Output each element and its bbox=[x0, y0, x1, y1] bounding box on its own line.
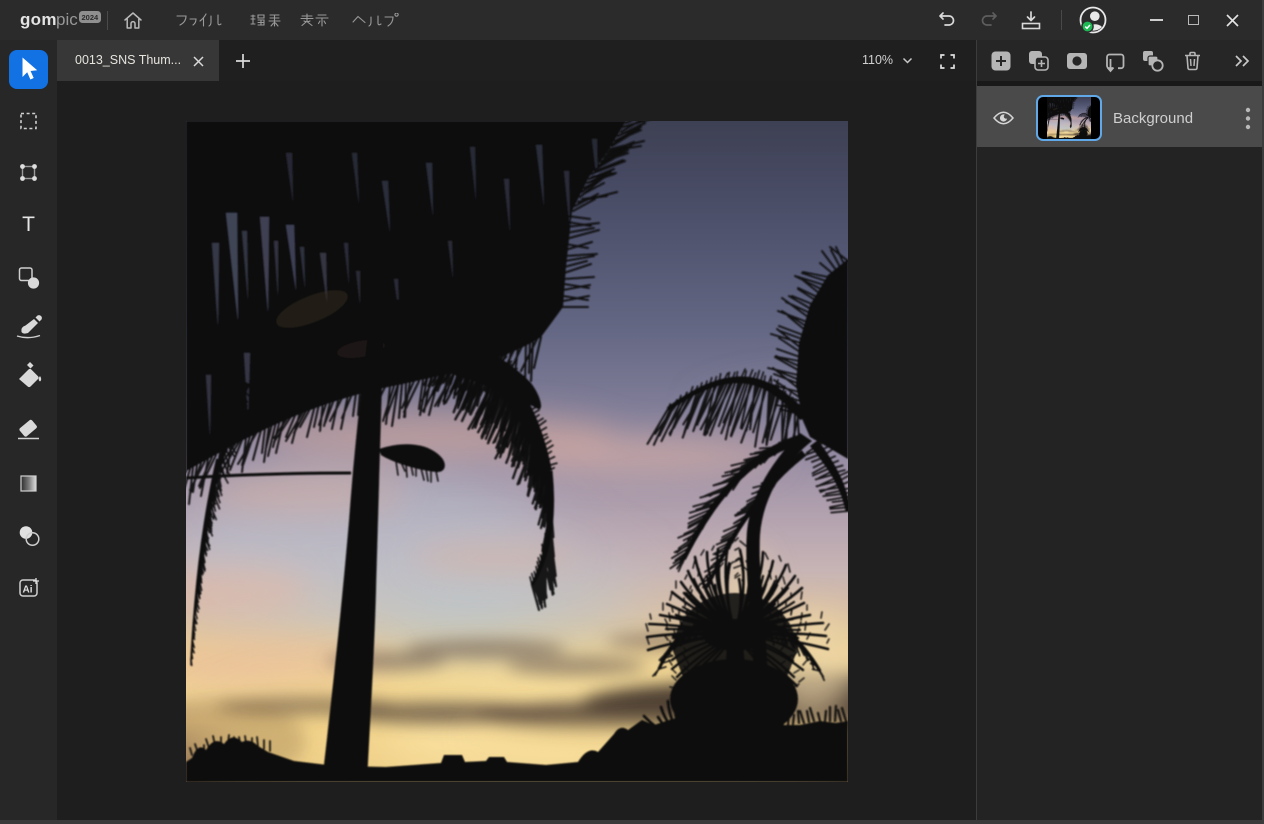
svg-text:T: T bbox=[22, 213, 35, 236]
svg-text:Ai: Ai bbox=[23, 585, 33, 596]
